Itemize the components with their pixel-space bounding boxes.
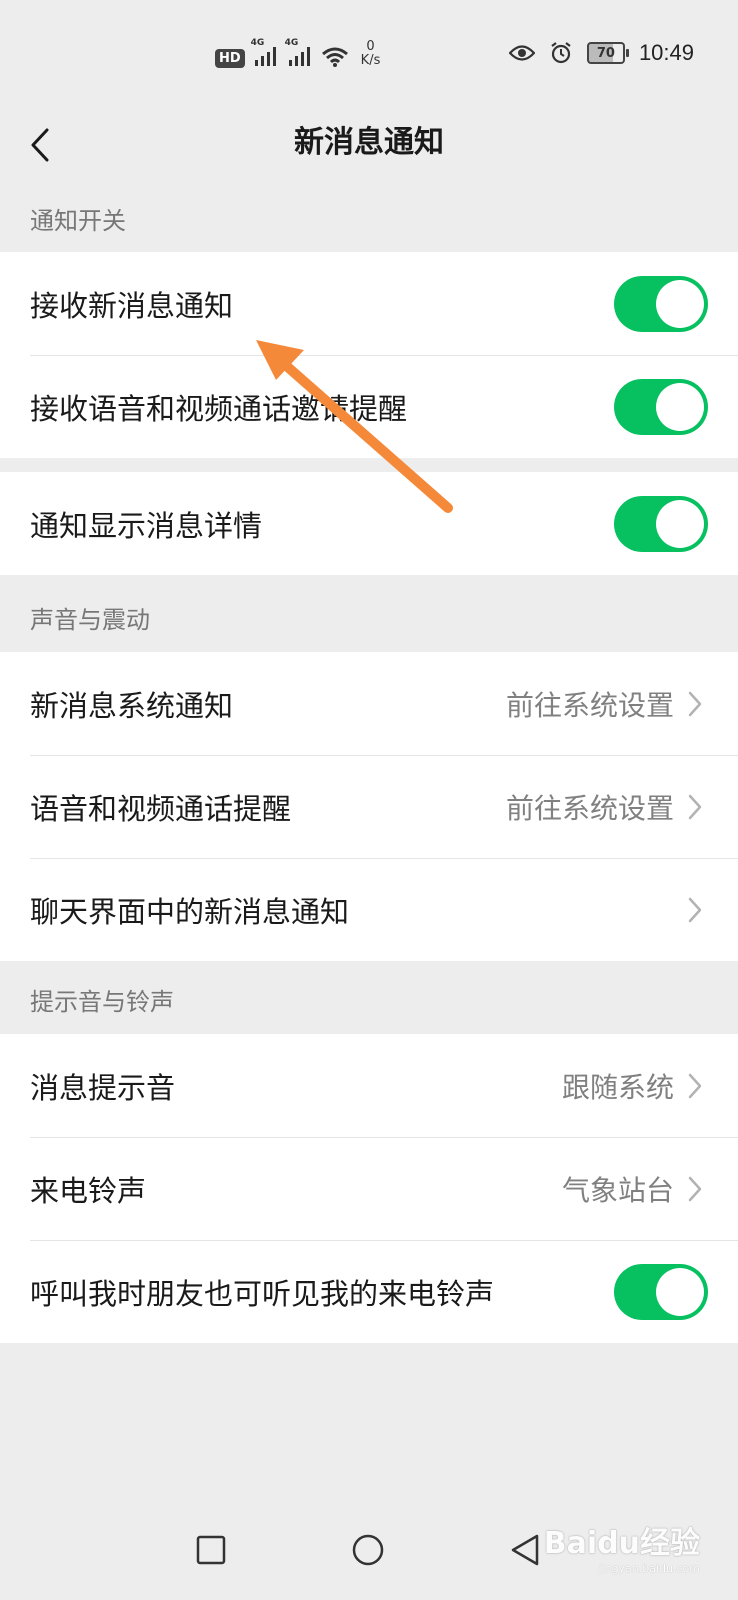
signal-4g-1: 4G: [251, 38, 279, 68]
signal-bars-icon: [288, 47, 310, 66]
row-value: 跟随系统: [561, 1070, 674, 1104]
recent-apps-button[interactable]: [189, 1528, 233, 1572]
home-button[interactable]: [346, 1528, 390, 1572]
section-header-notify-switch: 通知开关: [30, 207, 126, 235]
signal-4g-2: 4G: [285, 38, 313, 68]
show-message-detail-toggle[interactable]: [614, 495, 708, 552]
group-tone-ring: 消息提示音 跟随系统 来电铃声 气象站台 呼叫我时朋友也可听见我的来电铃声: [0, 1034, 738, 1343]
square-icon: [196, 1535, 226, 1565]
row-receive-call-invite[interactable]: 接收语音和视频通话邀请提醒: [0, 355, 738, 458]
row-value: 前往系统设置: [505, 688, 674, 722]
friends-hear-ringtone-toggle[interactable]: [614, 1263, 708, 1320]
back-nav-button[interactable]: [503, 1528, 547, 1572]
baidu-watermark: Baidu经验 jingyan.baidu.com: [544, 1518, 700, 1575]
section-header-sound-vibration: 声音与震动: [30, 606, 150, 634]
toggle-knob: [656, 279, 704, 328]
row-value: 前往系统设置: [505, 791, 674, 825]
nav-bar: 新消息通知: [0, 100, 738, 190]
row-label: 通知显示消息详情: [30, 508, 263, 543]
row-label: 语音和视频通话提醒: [30, 791, 292, 826]
row-system-notification[interactable]: 新消息系统通知 前往系统设置: [0, 652, 738, 755]
chevron-right-icon: [688, 895, 706, 925]
group-sound-vibration: 新消息系统通知 前往系统设置 语音和视频通话提醒 前往系统设置 聊天界面中的新消…: [0, 652, 738, 961]
row-ringtone[interactable]: 来电铃声 气象站台: [0, 1137, 738, 1240]
toggle-knob: [656, 382, 704, 431]
row-receive-new-message[interactable]: 接收新消息通知: [0, 252, 738, 355]
alarm-icon: [551, 42, 571, 64]
network-speed: 0 K/s: [361, 40, 381, 68]
status-bar: HD 4G 4G 0 K/s 70 10:49: [0, 0, 738, 100]
status-left: HD 4G 4G 0 K/s: [215, 38, 380, 68]
group-notify-switch: 接收新消息通知 接收语音和视频通话邀请提醒: [0, 252, 738, 458]
triangle-back-icon: [511, 1534, 539, 1566]
group-notify-detail: 通知显示消息详情: [0, 472, 738, 575]
status-right: 70 10:49: [508, 38, 694, 68]
row-call-reminder[interactable]: 语音和视频通话提醒 前往系统设置: [0, 755, 738, 858]
chevron-right-icon: [688, 1071, 706, 1101]
eye-icon: [508, 45, 535, 61]
row-chat-notification[interactable]: 聊天界面中的新消息通知: [0, 858, 738, 961]
row-label: 呼叫我时朋友也可听见我的来电铃声: [30, 1276, 495, 1311]
row-label: 消息提示音: [30, 1070, 176, 1105]
row-label: 接收语音和视频通话邀请提醒: [30, 391, 408, 426]
row-label: 聊天界面中的新消息通知: [30, 894, 350, 929]
watermark-sub: jingyan.baidu.com: [598, 1562, 700, 1575]
toggle-knob: [656, 1267, 704, 1316]
wifi-icon: [321, 47, 348, 67]
battery-icon: 70: [586, 42, 629, 64]
hd-badge: HD: [215, 49, 245, 68]
row-label: 新消息系统通知: [30, 688, 234, 723]
chevron-right-icon: [688, 689, 706, 719]
page-title: 新消息通知: [294, 125, 444, 160]
toggle-knob: [656, 499, 704, 548]
receive-call-invite-toggle[interactable]: [614, 378, 708, 435]
row-message-tone[interactable]: 消息提示音 跟随系统: [0, 1034, 738, 1137]
receive-new-message-toggle[interactable]: [614, 275, 708, 332]
row-friends-hear-ringtone[interactable]: 呼叫我时朋友也可听见我的来电铃声: [0, 1240, 738, 1343]
system-nav-bar: Baidu经验 jingyan.baidu.com: [0, 1490, 738, 1600]
circle-icon: [352, 1534, 384, 1566]
watermark-main: Baidu经验: [543, 1526, 700, 1561]
network-type-label: 4G: [250, 38, 265, 48]
speed-value: 0: [366, 39, 375, 54]
row-label: 接收新消息通知: [30, 288, 234, 323]
row-value: 气象站台: [561, 1173, 674, 1207]
chevron-right-icon: [688, 1174, 706, 1204]
network-type-label: 4G: [284, 38, 299, 48]
battery-level: 70: [596, 45, 615, 61]
row-show-message-detail[interactable]: 通知显示消息详情: [0, 472, 738, 575]
signal-bars-icon: [254, 47, 276, 66]
status-time: 10:49: [638, 40, 694, 65]
chevron-right-icon: [688, 792, 706, 822]
speed-unit: K/s: [360, 53, 381, 68]
row-label: 来电铃声: [30, 1173, 147, 1208]
section-header-tone-ring: 提示音与铃声: [30, 988, 174, 1016]
